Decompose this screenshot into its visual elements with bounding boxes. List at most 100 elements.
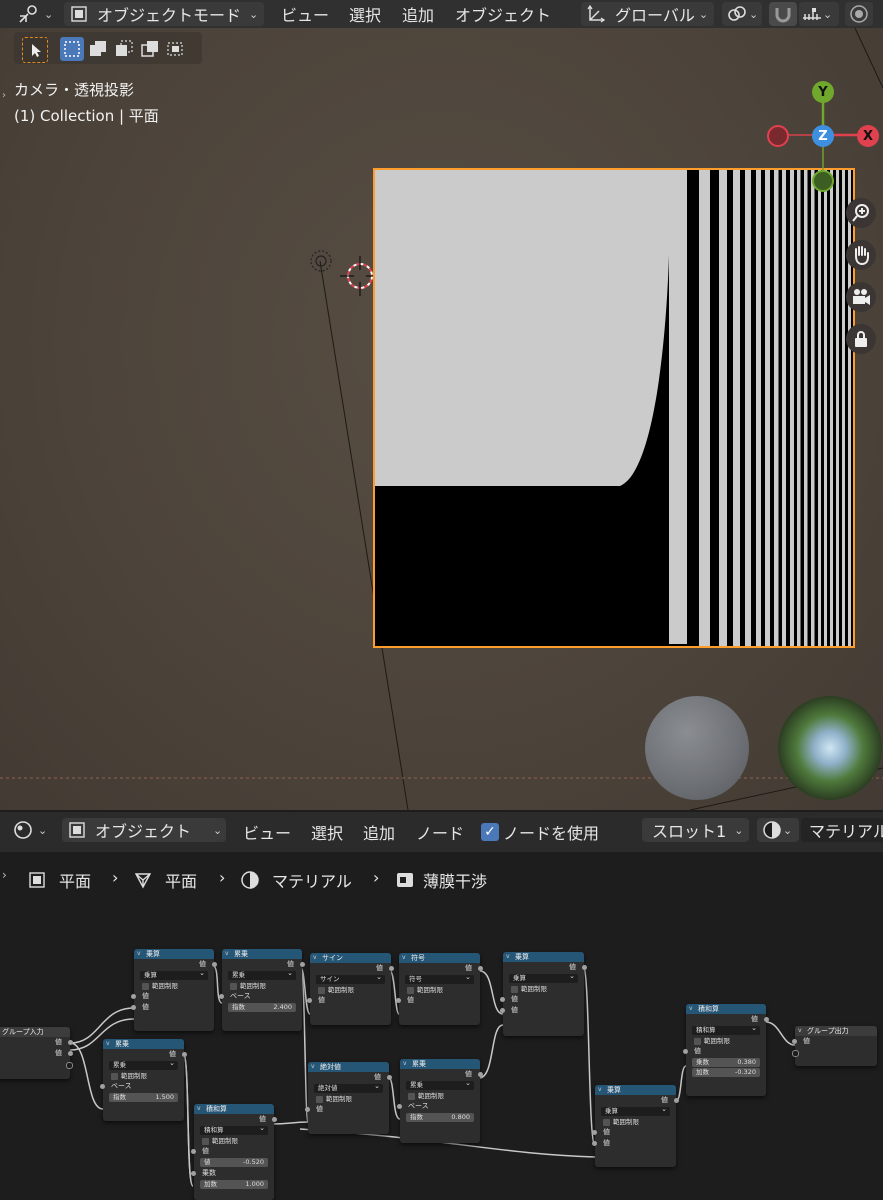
clamp-checkbox[interactable]: 範囲制限: [503, 984, 584, 994]
clamp-checkbox[interactable]: 範囲制限: [310, 985, 391, 995]
menu-add[interactable]: 追加: [402, 2, 434, 26]
slot-select[interactable]: スロット1 ⌄: [642, 818, 749, 842]
math-power-node[interactable]: 累乗 値 累乗 範囲制限 ベース 指数 0.800: [397, 1059, 483, 1143]
output-socket[interactable]: [300, 962, 305, 967]
input-socket[interactable]: [191, 1149, 196, 1154]
math-absolute-node[interactable]: 絶対値 値 絶対値 範囲制限 値: [305, 1062, 392, 1134]
snap-target-select[interactable]: ⌄: [799, 2, 839, 26]
multiplier-field[interactable]: 乗数 0.380: [692, 1058, 760, 1067]
editor-type-button[interactable]: ⌄: [18, 2, 54, 26]
operation-select[interactable]: 積和算: [200, 1124, 268, 1135]
input-socket[interactable]: [219, 994, 224, 999]
node-menu-add[interactable]: 追加: [363, 820, 395, 844]
output-socket[interactable]: [182, 1052, 187, 1057]
operation-select[interactable]: 累乗: [228, 969, 296, 980]
output-socket[interactable]: [478, 1072, 483, 1077]
clamp-checkbox[interactable]: 範囲制限: [686, 1036, 766, 1046]
gizmo-neg-x-axis[interactable]: [767, 125, 789, 147]
exponent-field[interactable]: 指数 2.400: [228, 1003, 296, 1012]
input-socket[interactable]: [500, 1008, 505, 1013]
clamp-checkbox[interactable]: 範囲制限: [308, 1094, 389, 1104]
math-power-node[interactable]: 累乗 値 累乗 範囲制限 ベース 指数 2.400: [219, 949, 305, 1031]
operation-select[interactable]: 乗算: [140, 969, 208, 980]
input-socket[interactable]: [500, 997, 505, 1002]
shader-type-select[interactable]: オブジェクト ⌄: [62, 818, 226, 842]
output-socket[interactable]: [582, 965, 587, 970]
output-socket[interactable]: [68, 1051, 73, 1056]
zoom-button[interactable]: [846, 198, 876, 228]
value-field[interactable]: 値 -0.520: [200, 1158, 268, 1167]
transform-orientation-select[interactable]: グローバル ⌄: [581, 2, 714, 26]
breadcrumb-object[interactable]: 平面: [27, 868, 91, 892]
mode-select[interactable]: オブジェクトモード ⌄: [64, 2, 264, 26]
3d-viewport[interactable]: › カメラ・透視投影 (1) Collection | 平面 Y Z X: [0, 28, 883, 810]
exponent-field[interactable]: 指数 0.800: [406, 1113, 474, 1122]
editor-type-button[interactable]: ⌄: [12, 818, 54, 842]
input-socket[interactable]: [592, 1141, 597, 1146]
menu-select[interactable]: 選択: [349, 2, 381, 26]
clamp-checkbox[interactable]: 範囲制限: [399, 985, 480, 995]
input-socket[interactable]: [792, 1039, 797, 1044]
operation-select[interactable]: 絶対値: [314, 1082, 383, 1093]
use-nodes-toggle[interactable]: ✓ ノードを使用: [481, 820, 599, 844]
output-socket[interactable]: [674, 1098, 679, 1103]
input-socket[interactable]: [131, 994, 136, 999]
checkbox-checked-icon[interactable]: ✓: [481, 823, 499, 841]
snap-toggle[interactable]: [769, 2, 797, 26]
node-menu-select[interactable]: 選択: [311, 820, 343, 844]
empty-input-socket[interactable]: [792, 1050, 799, 1057]
math-power-node[interactable]: 累乗 値 累乗 範囲制限 ベース 指数 1.500: [100, 1039, 187, 1121]
material-browse-button[interactable]: ⌄: [757, 818, 799, 842]
clamp-checkbox[interactable]: 範囲制限: [134, 981, 214, 991]
exponent-field[interactable]: 指数 1.500: [109, 1093, 178, 1102]
sidebar-expand-icon[interactable]: ›: [2, 868, 7, 882]
breadcrumb-material[interactable]: マテリアル: [240, 868, 352, 892]
input-socket[interactable]: [592, 1130, 597, 1135]
input-socket[interactable]: [191, 1171, 196, 1176]
breadcrumb-mesh[interactable]: 平面: [133, 868, 197, 892]
pivot-select[interactable]: ⌄: [722, 2, 762, 26]
output-socket[interactable]: [68, 1040, 73, 1045]
math-sine-node[interactable]: サイン 値 サイン 範囲制限 値: [307, 953, 394, 1025]
operation-select[interactable]: 積和算: [692, 1024, 760, 1035]
operation-select[interactable]: 乗算: [509, 972, 578, 983]
operation-select[interactable]: 符号: [405, 973, 474, 984]
plane-object[interactable]: [373, 168, 855, 648]
empty-output-socket[interactable]: [66, 1062, 73, 1069]
gizmo-x-axis[interactable]: X: [857, 125, 879, 147]
group-input-node[interactable]: グループ入力 値 値: [0, 1027, 73, 1079]
math-sign-node[interactable]: 符号 値 符号 範囲制限 値: [396, 953, 483, 1025]
math-multiply-node[interactable]: 乗算 値 乗算 範囲制限 値 値: [500, 952, 587, 1036]
addend-field[interactable]: 加数 1.000: [200, 1180, 268, 1189]
breadcrumb-node-group[interactable]: 薄膜干渉: [395, 868, 487, 892]
clamp-checkbox[interactable]: 範囲制限: [222, 981, 302, 991]
input-socket[interactable]: [307, 998, 312, 1003]
gizmo-neg-y-axis[interactable]: [812, 170, 834, 192]
node-menu-view[interactable]: ビュー: [243, 820, 291, 844]
gizmo-z-axis[interactable]: Z: [812, 125, 834, 147]
output-socket[interactable]: [272, 1117, 277, 1122]
menu-object[interactable]: オブジェクト: [455, 2, 551, 26]
node-canvas[interactable]: グループ入力 値 値 乗算 値 乗算 範囲制限 値 値 累乗 値 累乗 範囲制限…: [0, 904, 883, 1200]
math-multiply-add-node[interactable]: 積和算 値 積和算 範囲制限 値 値 -0.520 乗数 加数 1.000: [191, 1104, 277, 1200]
camera-view-button[interactable]: [846, 282, 876, 312]
operation-select[interactable]: 累乗: [406, 1079, 474, 1090]
gizmo-y-axis[interactable]: Y: [812, 81, 834, 103]
input-socket[interactable]: [396, 998, 401, 1003]
input-socket[interactable]: [100, 1084, 105, 1089]
output-socket[interactable]: [478, 966, 483, 971]
clamp-checkbox[interactable]: 範囲制限: [400, 1091, 480, 1101]
group-output-node[interactable]: グループ出力 値: [792, 1026, 877, 1066]
math-multiply-node[interactable]: 乗算 値 乗算 範囲制限 値 値: [592, 1085, 679, 1167]
operation-select[interactable]: 乗算: [601, 1105, 670, 1116]
operation-select[interactable]: 累乗: [109, 1059, 178, 1070]
menu-view[interactable]: ビュー: [281, 2, 329, 26]
output-socket[interactable]: [387, 1075, 392, 1080]
clamp-checkbox[interactable]: 範囲制限: [595, 1117, 676, 1127]
lock-camera-button[interactable]: [846, 324, 876, 354]
math-multiply-node[interactable]: 乗算 値 乗算 範囲制限 値 値: [131, 949, 217, 1031]
input-socket[interactable]: [131, 1005, 136, 1010]
input-socket[interactable]: [305, 1107, 310, 1112]
clamp-checkbox[interactable]: 範囲制限: [103, 1071, 184, 1081]
output-socket[interactable]: [764, 1017, 769, 1022]
